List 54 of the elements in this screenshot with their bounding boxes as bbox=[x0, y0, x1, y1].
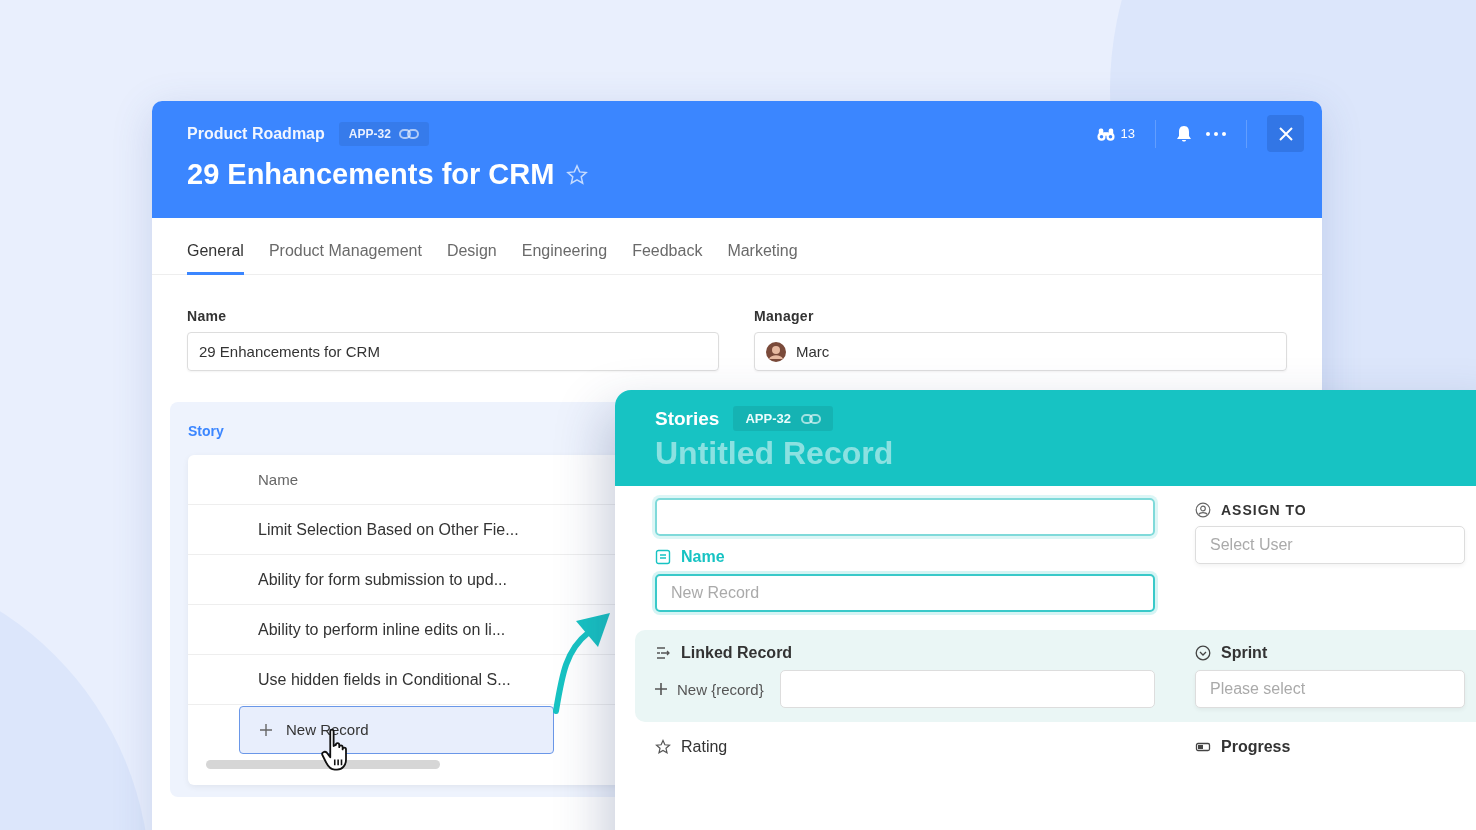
manager-field[interactable]: Marc bbox=[754, 332, 1287, 371]
title-field[interactable]: Untitled Record bbox=[655, 435, 955, 472]
breadcrumb[interactable]: Product Roadmap bbox=[187, 124, 325, 143]
tab[interactable]: Product Management bbox=[268, 225, 422, 275]
watchers-button[interactable]: 13 bbox=[1096, 125, 1135, 142]
user-icon bbox=[1195, 502, 1211, 518]
tab[interactable]: Engineering bbox=[521, 225, 608, 275]
plus-icon bbox=[655, 683, 667, 695]
more-icon[interactable] bbox=[1206, 131, 1226, 136]
star-icon bbox=[655, 739, 671, 755]
record-id-tag[interactable]: APP-32 bbox=[338, 121, 429, 146]
field-label: Rating bbox=[681, 738, 728, 756]
name-field[interactable]: 29 Enhancements for CRM bbox=[187, 332, 719, 371]
link-icon bbox=[800, 412, 821, 425]
table-cell[interactable]: Use hidden fields in Conditional S... bbox=[258, 670, 511, 689]
field-label: Sprint bbox=[1221, 644, 1268, 662]
table-cell[interactable]: Ability for form submission to upd... bbox=[258, 570, 507, 589]
record-id: APP-32 bbox=[745, 411, 791, 426]
bell-icon[interactable] bbox=[1176, 124, 1192, 143]
field-label: Progress bbox=[1221, 738, 1291, 756]
field-label: Manager bbox=[754, 308, 815, 324]
table-cell[interactable]: Ability to perform inline edits on li... bbox=[258, 620, 506, 639]
chevron-circle-icon bbox=[1195, 645, 1211, 661]
sprint-select[interactable]: Please select bbox=[1195, 670, 1465, 708]
record-id: APP-32 bbox=[348, 126, 391, 141]
plus-icon bbox=[260, 723, 272, 736]
linked-record-icon bbox=[655, 645, 671, 661]
field-label: Linked Record bbox=[681, 644, 793, 662]
new-record-button[interactable]: New Record bbox=[239, 705, 554, 754]
close-button[interactable] bbox=[1267, 115, 1304, 152]
input-field[interactable] bbox=[655, 498, 1155, 536]
add-record-link[interactable]: New {record} bbox=[655, 680, 764, 698]
avatar-icon bbox=[766, 341, 786, 362]
section-label: Story bbox=[188, 423, 224, 439]
star-icon[interactable] bbox=[566, 163, 589, 186]
manager-name: Marc bbox=[796, 343, 830, 360]
window-title: 29 Enhancements for CRM bbox=[187, 158, 555, 191]
name-field[interactable]: New Record bbox=[655, 574, 1155, 612]
table-cell[interactable]: Limit Selection Based on Other Fie... bbox=[258, 520, 519, 539]
user-select[interactable]: Select User bbox=[1195, 526, 1465, 564]
record-list-field[interactable] bbox=[779, 670, 1155, 708]
close-icon bbox=[1278, 126, 1293, 141]
watchers-count: 13 bbox=[1120, 126, 1135, 141]
link-icon bbox=[398, 127, 419, 140]
tab[interactable]: Marketing bbox=[727, 225, 798, 275]
text-field-icon bbox=[655, 549, 671, 565]
column-header: Name bbox=[258, 471, 298, 488]
field-label: Name bbox=[187, 308, 228, 324]
tab[interactable]: General bbox=[187, 225, 244, 275]
field-label: ASSIGN TO bbox=[1221, 502, 1307, 518]
tab[interactable]: Feedback bbox=[632, 225, 703, 275]
tab[interactable]: Design bbox=[446, 225, 497, 275]
field-label: Name bbox=[681, 548, 725, 566]
scrollbar[interactable] bbox=[206, 760, 440, 769]
